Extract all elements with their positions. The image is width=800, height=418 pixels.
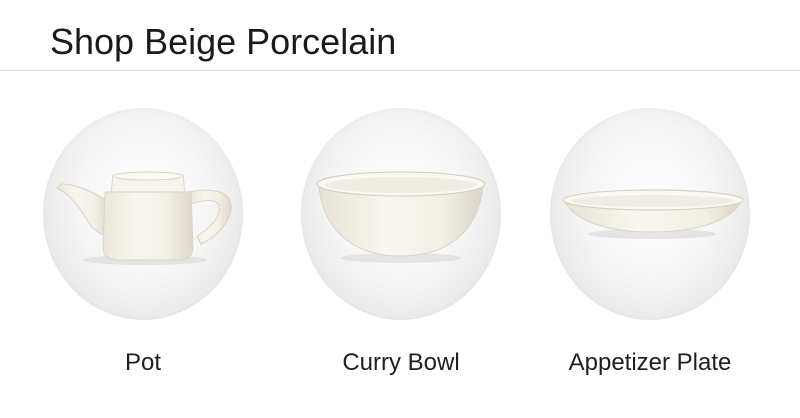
page: Shop Beige Porcelain Pot Curry Bowl Appe… xyxy=(0,0,800,418)
product-card-appetizer-plate[interactable]: Appetizer Plate xyxy=(530,108,770,398)
product-label-curry-bowl[interactable]: Curry Bowl xyxy=(281,348,521,378)
product-card-curry-bowl[interactable]: Curry Bowl xyxy=(281,108,521,398)
plate-image[interactable] xyxy=(550,108,750,320)
teapot-image[interactable] xyxy=(43,108,243,320)
product-grid: Pot Curry Bowl Appetizer Plate xyxy=(0,108,800,398)
product-label-appetizer-plate[interactable]: Appetizer Plate xyxy=(530,348,770,378)
bowl-icon xyxy=(316,171,486,263)
plate-icon xyxy=(562,189,744,239)
page-header: Shop Beige Porcelain xyxy=(0,0,800,71)
bowl-image[interactable] xyxy=(301,108,501,320)
page-title: Shop Beige Porcelain xyxy=(50,21,397,62)
teapot-icon xyxy=(56,171,232,265)
product-label-pot[interactable]: Pot xyxy=(23,348,263,378)
product-card-pot[interactable]: Pot xyxy=(23,108,263,398)
